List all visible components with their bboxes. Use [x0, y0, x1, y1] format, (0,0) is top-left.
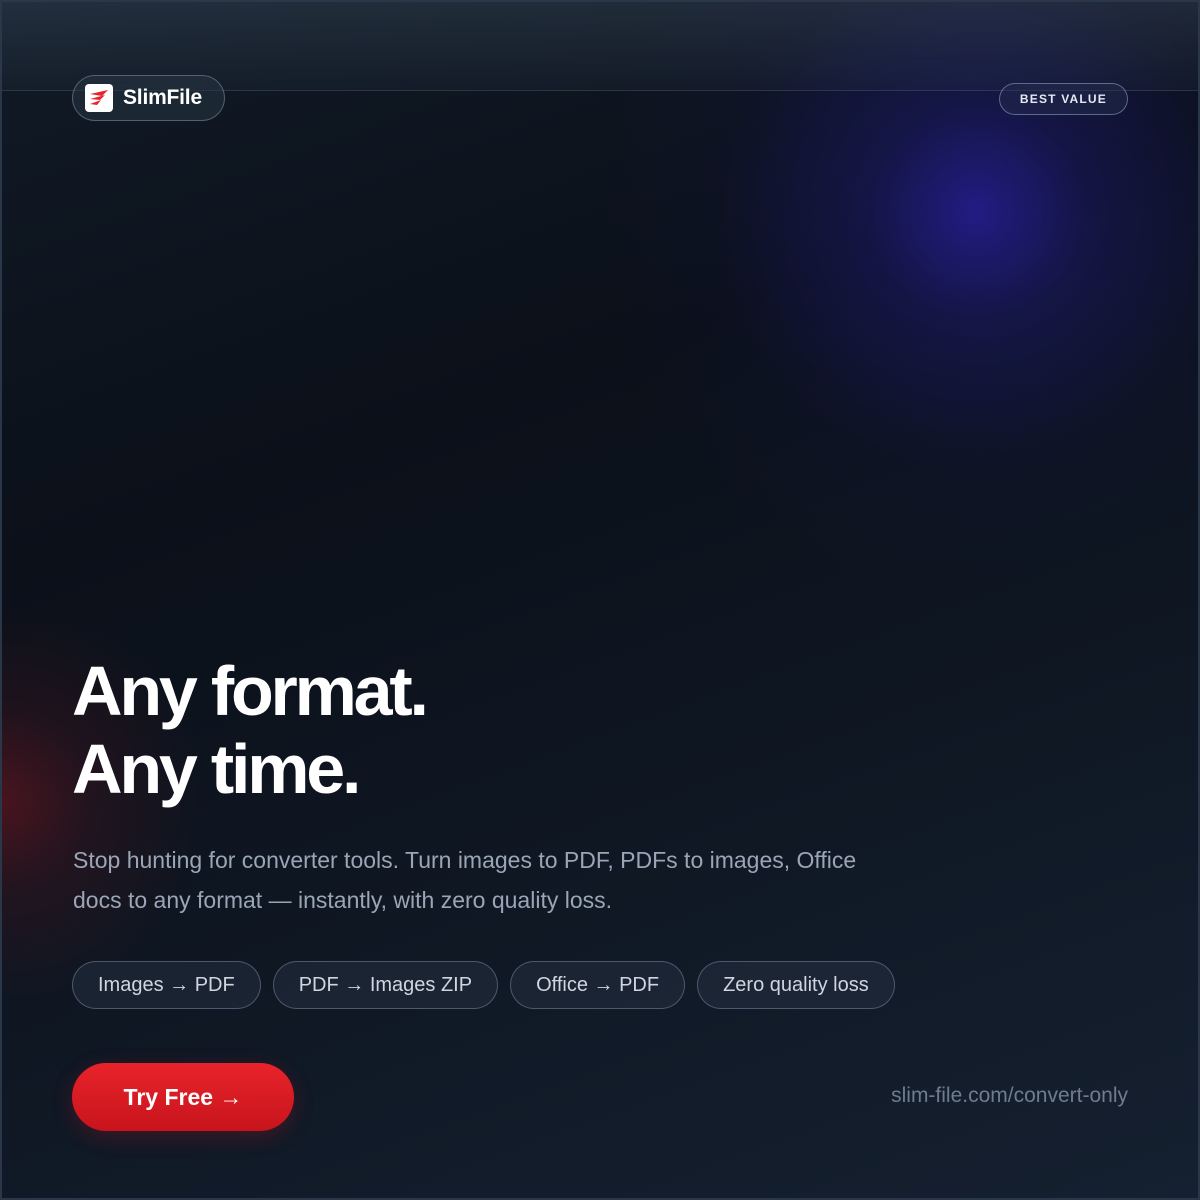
ad-canvas: SlimFile BEST VALUE Any format. Any time…	[0, 0, 1200, 1200]
feature-chip-office-to-pdf: Office → PDF	[510, 961, 686, 1009]
hero-headline: Any format. Any time.	[72, 652, 429, 808]
slimfile-logo-icon	[85, 84, 113, 112]
hero-subtext: Stop hunting for converter tools. Turn i…	[73, 847, 857, 913]
headline-line-2: Any time.	[72, 730, 361, 808]
brand-logo[interactable]: SlimFile	[72, 75, 225, 121]
headline-line-1: Any format.	[72, 652, 429, 730]
feature-chips: Images → PDF PDF → Images ZIP Office → P…	[72, 961, 895, 1009]
feature-chip-pdf-to-images-zip: PDF → Images ZIP	[272, 961, 499, 1009]
feature-chip-zero-quality-loss: Zero quality loss	[697, 961, 895, 1009]
try-free-button[interactable]: Try Free →	[72, 1063, 294, 1131]
brand-name: SlimFile	[123, 86, 202, 109]
website-url[interactable]: slim-file.com/convert-only	[891, 1084, 1128, 1108]
feature-chip-images-to-pdf: Images → PDF	[72, 961, 261, 1009]
best-value-badge: BEST VALUE	[998, 83, 1128, 115]
